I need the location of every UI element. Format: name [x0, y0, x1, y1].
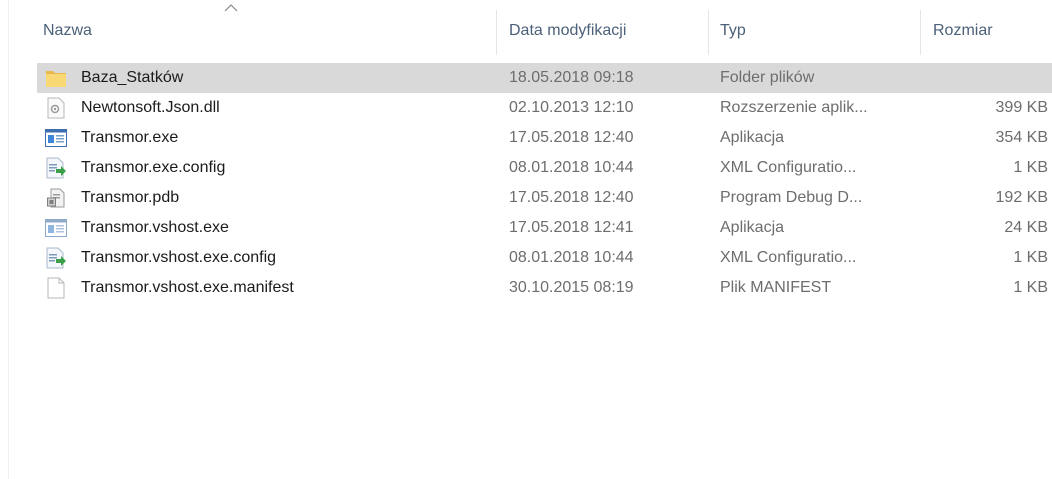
file-date: 02.10.2013 12:10	[509, 99, 634, 116]
file-type: XML Configuratio...	[720, 159, 857, 176]
file-size: 354 KB	[995, 129, 1048, 146]
column-divider[interactable]	[496, 10, 497, 55]
file-name: Transmor.exe.config	[81, 159, 226, 176]
file-name: Transmor.exe	[81, 129, 179, 146]
file-type: Rozszerzenie aplik...	[720, 99, 868, 116]
column-header-name[interactable]: Nazwa	[43, 0, 496, 62]
dll-file-icon	[44, 93, 68, 123]
exe-app-icon	[44, 213, 68, 243]
file-name: Newtonsoft.Json.dll	[81, 99, 220, 116]
file-row[interactable]: Baza_Statków 18.05.2018 09:18 Folder pli…	[0, 63, 1052, 93]
column-header-size[interactable]: Rozmiar	[933, 0, 1052, 62]
folder-icon	[44, 63, 68, 93]
file-size: 1 KB	[1013, 279, 1048, 296]
file-row[interactable]: Transmor.vshost.exe.config 08.01.2018 10…	[0, 243, 1052, 273]
pdb-file-icon	[44, 183, 68, 213]
file-row[interactable]: Newtonsoft.Json.dll 02.10.2013 12:10 Roz…	[0, 93, 1052, 123]
file-name: Transmor.vshost.exe.manifest	[81, 279, 294, 296]
file-date: 17.05.2018 12:40	[509, 129, 634, 146]
file-name: Transmor.pdb	[81, 189, 180, 206]
file-type: XML Configuratio...	[720, 249, 857, 266]
file-date: 08.01.2018 10:44	[509, 249, 634, 266]
file-size: 24 KB	[1004, 219, 1048, 236]
file-date: 18.05.2018 09:18	[509, 69, 634, 86]
file-row[interactable]: Transmor.vshost.exe.manifest 30.10.2015 …	[0, 273, 1052, 303]
file-date: 17.05.2018 12:41	[509, 219, 634, 236]
file-date: 30.10.2015 08:19	[509, 279, 634, 296]
column-header-type-label: Typ	[720, 22, 746, 39]
column-header-date-label: Data modyfikacji	[509, 22, 627, 39]
file-row[interactable]: Transmor.pdb 17.05.2018 12:40 Program De…	[0, 183, 1052, 213]
column-divider[interactable]	[708, 10, 709, 55]
file-name: Transmor.vshost.exe	[81, 219, 229, 236]
file-size: 1 KB	[1013, 159, 1048, 176]
file-row[interactable]: Transmor.vshost.exe 17.05.2018 12:41 Apl…	[0, 213, 1052, 243]
exe-app-icon	[44, 123, 68, 153]
file-type: Aplikacja	[720, 129, 785, 146]
column-divider[interactable]	[920, 10, 921, 55]
file-type: Folder plików	[720, 69, 815, 86]
column-header-size-label: Rozmiar	[933, 22, 993, 39]
file-name: Baza_Statków	[81, 69, 184, 86]
file-type: Program Debug D...	[720, 189, 863, 206]
file-type: Plik MANIFEST	[720, 279, 832, 296]
file-type: Aplikacja	[720, 219, 785, 236]
file-list: Baza_Statków 18.05.2018 09:18 Folder pli…	[0, 63, 1052, 303]
file-size: 399 KB	[995, 99, 1048, 116]
column-header: Nazwa Data modyfikacji Typ Rozmiar	[0, 0, 1052, 62]
file-row[interactable]: Transmor.exe.config 08.01.2018 10:44 XML…	[0, 153, 1052, 183]
file-date: 17.05.2018 12:40	[509, 189, 634, 206]
column-header-name-label: Nazwa	[43, 22, 92, 39]
file-name: Transmor.vshost.exe.config	[81, 249, 277, 266]
column-header-date[interactable]: Data modyfikacji	[509, 0, 707, 62]
file-date: 08.01.2018 10:44	[509, 159, 634, 176]
file-size: 1 KB	[1013, 249, 1048, 266]
config-file-icon	[44, 153, 68, 183]
column-header-type[interactable]: Typ	[720, 0, 918, 62]
file-size: 192 KB	[995, 189, 1048, 206]
file-row[interactable]: Transmor.exe 17.05.2018 12:40 Aplikacja …	[0, 123, 1052, 153]
blank-file-icon	[44, 273, 68, 303]
config-file-icon	[44, 243, 68, 273]
